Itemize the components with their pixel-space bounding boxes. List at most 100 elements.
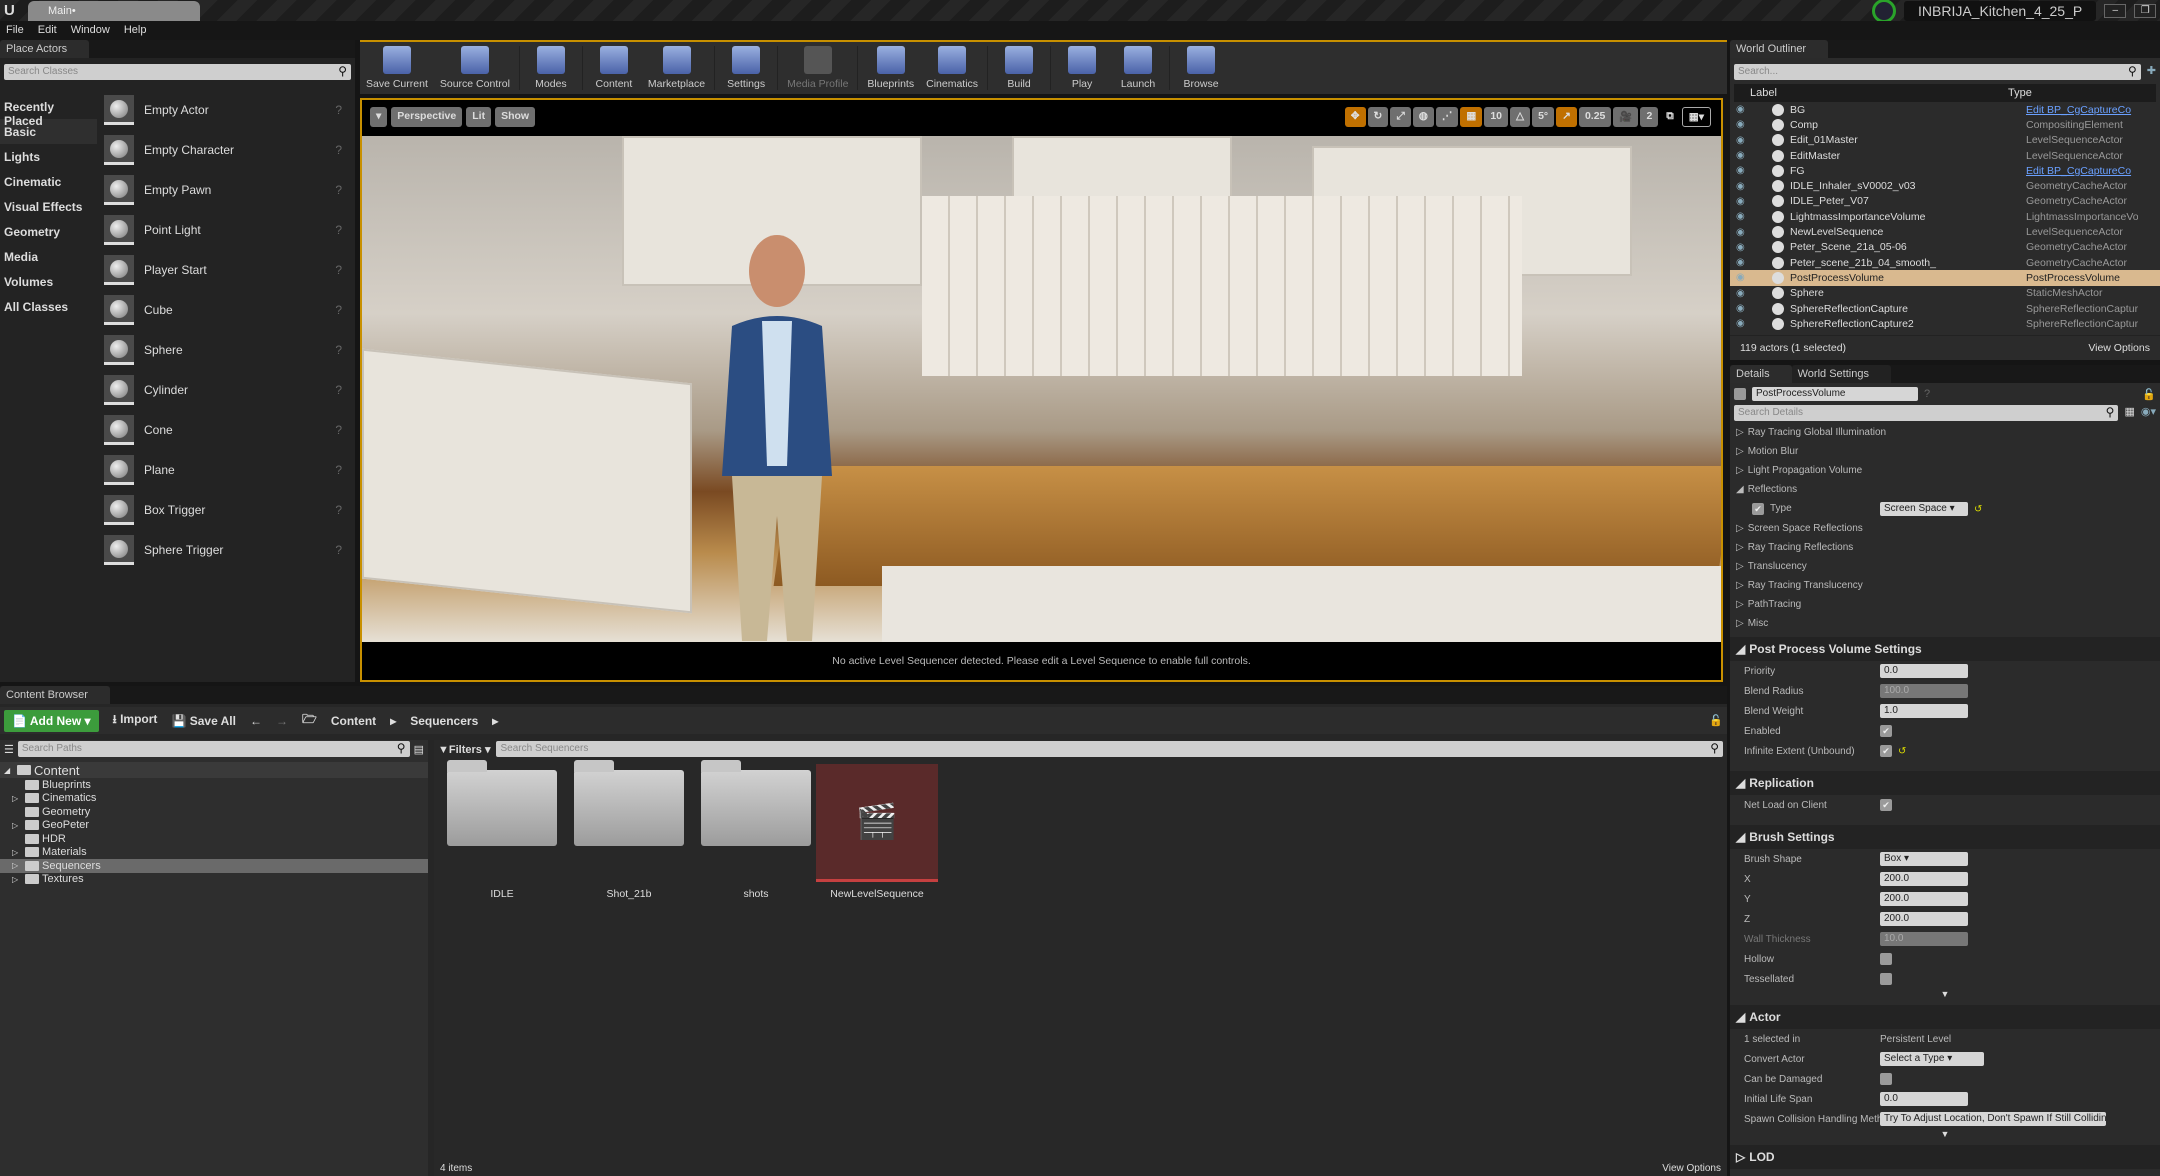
help-icon[interactable]: ? [335, 223, 342, 237]
asset-shots[interactable]: shots [695, 760, 817, 914]
section-actor[interactable]: ◢ Actor [1730, 1005, 2160, 1029]
lock-icon[interactable]: 🔓 [2142, 388, 2156, 401]
details-tab[interactable]: Details [1730, 365, 1792, 383]
section-post-process-volume-settings[interactable]: ◢ Post Process Volume Settings [1730, 637, 2160, 661]
visibility-eye-icon[interactable]: ◉ [1736, 318, 1750, 329]
expand-arrow-icon[interactable]: ▷ [12, 848, 22, 857]
breadcrumb-sequencers[interactable]: Sequencers [410, 714, 478, 728]
category-cinematic[interactable]: Cinematic [0, 169, 97, 194]
reset-icon[interactable]: ↺ [1974, 504, 1982, 515]
category-volumes[interactable]: Volumes [0, 269, 97, 294]
section-lod[interactable]: ▷ LOD [1730, 1145, 2160, 1169]
visibility-eye-icon[interactable]: ◉ [1736, 257, 1750, 268]
outliner-row[interactable]: ◉ SphereReflectionCapture2 SphereReflectio… [1730, 316, 2160, 331]
visibility-icon[interactable]: ◉▾ [2141, 405, 2156, 421]
lit-button[interactable]: Lit [466, 107, 492, 127]
maximize-button[interactable]: ❐ [2134, 3, 2157, 18]
help-icon[interactable]: ? [335, 503, 342, 517]
folder-textures[interactable]: ▷ Textures [0, 873, 428, 887]
menu-edit[interactable]: Edit [38, 24, 57, 37]
hollow-checkbox[interactable] [1880, 953, 1892, 965]
breadcrumb-content[interactable]: Content [331, 714, 376, 728]
breadcrumb-separator-icon[interactable]: ▸ [492, 714, 498, 728]
maximize-viewport-icon[interactable]: ⧉ [1660, 107, 1680, 127]
scale-snap-icon[interactable]: ↗ [1556, 107, 1577, 127]
asset-idle[interactable]: IDLE [441, 760, 563, 914]
outliner-row[interactable]: ◉ LightmassImportanceVolume LightmassImpor… [1730, 209, 2160, 224]
visibility-eye-icon[interactable]: ◉ [1736, 288, 1750, 299]
folder-sequencers[interactable]: ▷ Sequencers [0, 859, 428, 873]
forward-button[interactable]: → [276, 714, 288, 728]
property-matrix-icon[interactable]: ▦ [2124, 405, 2134, 421]
brush-shape-dropdown[interactable]: Box ▾ [1880, 852, 1968, 866]
category-geometry[interactable]: Geometry [0, 219, 97, 244]
save-current-button[interactable]: Save Current [360, 46, 434, 90]
brush-x-field[interactable]: 200.0 [1880, 872, 1968, 886]
section-light-propagation-volume[interactable]: ▷ Light Propagation Volume [1730, 461, 2160, 480]
rotate-icon[interactable]: ↻ [1367, 107, 1389, 127]
build-button[interactable]: Build [991, 46, 1047, 90]
grid-snap-icon[interactable]: ▦ [1460, 107, 1483, 127]
view-options-button[interactable]: View Options [1662, 1163, 1721, 1174]
visibility-eye-icon[interactable]: ◉ [1736, 165, 1750, 176]
visibility-eye-icon[interactable]: ◉ [1736, 303, 1750, 314]
outliner-row[interactable]: ◉ Sphere StaticMeshActor [1730, 286, 2160, 301]
angle-size[interactable]: 5° [1532, 107, 1555, 127]
folder-hdr[interactable]: HDR [0, 832, 428, 846]
folder-geopeter[interactable]: ▷ GeoPeter [0, 819, 428, 833]
section-misc[interactable]: ▷ Misc [1730, 614, 2160, 633]
can-be-damaged-checkbox[interactable] [1880, 1073, 1892, 1085]
actor-name-field[interactable]: PostProcessVolume [1752, 387, 1918, 401]
actor-item-cone[interactable]: Cone? [100, 410, 352, 450]
section-reflections[interactable]: ◢ Reflections [1730, 480, 2160, 499]
help-icon[interactable]: ? [335, 303, 342, 317]
layout-icon[interactable]: ▦▾ [1681, 107, 1711, 127]
reset-icon[interactable]: ↺ [1898, 746, 1906, 757]
modes-button[interactable]: Modes [523, 46, 579, 90]
reflection-type-dropdown[interactable]: Screen Space ▾ [1880, 502, 1968, 516]
folder-content[interactable]: ◢ Content [0, 762, 428, 778]
browse-button[interactable]: Browse [1173, 46, 1229, 90]
actor-item-sphere-trigger[interactable]: Sphere Trigger? [100, 530, 352, 570]
section-brush-settings[interactable]: ◢ Brush Settings [1730, 825, 2160, 849]
actor-item-box-trigger[interactable]: Box Trigger? [100, 490, 352, 530]
scale-size[interactable]: 0.25 [1578, 107, 1612, 127]
net-load-checkbox[interactable]: ✔ [1880, 799, 1892, 811]
visibility-eye-icon[interactable]: ◉ [1736, 196, 1750, 207]
edit-blueprint-link[interactable]: Edit BP_CgCaptureCo [2026, 165, 2138, 177]
play-button[interactable]: Play [1054, 46, 1110, 90]
minimize-button[interactable]: – [2104, 3, 2127, 18]
world-outliner-tab[interactable]: World Outliner [1730, 40, 1829, 58]
content-button[interactable]: Content [586, 46, 642, 90]
section-ray-tracing-global-illumination[interactable]: ▷ Ray Tracing Global Illumination [1730, 423, 2160, 442]
actor-item-sphere[interactable]: Sphere? [100, 330, 352, 370]
actor-item-cube[interactable]: Cube? [100, 290, 352, 330]
translate-icon[interactable]: ✥ [1344, 107, 1366, 127]
blend-weight-field[interactable]: 1.0 [1880, 704, 1968, 718]
visibility-eye-icon[interactable]: ◉ [1736, 211, 1750, 222]
scale-icon[interactable]: ⤢ [1390, 107, 1411, 127]
help-icon[interactable]: ? [335, 343, 342, 357]
outliner-row[interactable]: ◉ FG Edit BP_CgCaptureCo [1730, 163, 2160, 178]
outliner-row[interactable]: ◉ BG Edit BP_CgCaptureCo [1730, 102, 2160, 117]
search-assets-input[interactable]: Search Sequencers ⚲ [496, 741, 1723, 757]
outliner-row[interactable]: ◉ Edit_01Master LevelSequenceActor [1730, 133, 2160, 148]
edit-blueprint-link[interactable]: Edit BP_CgCaptureCo [2026, 104, 2138, 116]
visibility-eye-icon[interactable]: ◉ [1736, 150, 1750, 161]
import-button[interactable]: ⭳ Import [113, 710, 158, 731]
convert-actor-dropdown[interactable]: Select a Type ▾ [1880, 1052, 1984, 1066]
save-all-button[interactable]: 💾 Save All [171, 714, 236, 728]
details-search-input[interactable]: Search Details ⚲ [1734, 405, 2119, 421]
category-lights[interactable]: Lights [0, 144, 97, 169]
world-icon[interactable]: ◍ [1412, 107, 1434, 127]
asset-newlevelsequence[interactable]: 🎬 NewLevelSequence [816, 764, 938, 914]
column-label[interactable]: Label [1734, 87, 2008, 99]
help-icon[interactable]: ? [335, 463, 342, 477]
column-type[interactable]: Type [2008, 87, 2032, 99]
outliner-row[interactable]: ◉ Peter_scene_21b_04_smooth_ GeometryCache… [1730, 255, 2160, 270]
camera-speed[interactable]: 2 [1640, 107, 1659, 127]
outliner-row[interactable]: ◉ NewLevelSequence LevelSequenceActor [1730, 224, 2160, 239]
place-actors-tab[interactable]: Place Actors [0, 40, 90, 58]
help-icon[interactable]: ? [335, 143, 342, 157]
folder-materials[interactable]: ▷ Materials [0, 846, 428, 860]
